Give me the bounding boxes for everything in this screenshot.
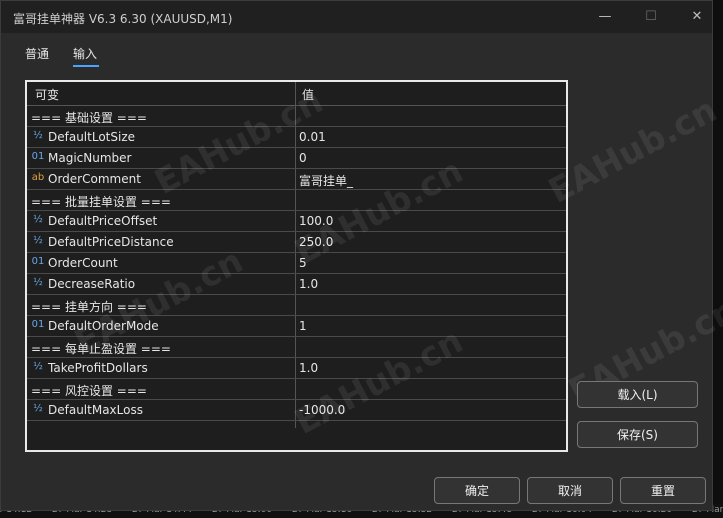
watermark-text: EAHub.cn bbox=[542, 90, 723, 212]
table-row[interactable]: ½ DefaultMaxLoss -1000.0 bbox=[27, 400, 566, 421]
integer-type-icon: 01 bbox=[31, 151, 45, 162]
table-row[interactable]: 01 OrderCount 5 bbox=[27, 253, 566, 274]
parameter-name: DefaultLotSize bbox=[48, 130, 135, 144]
table-row[interactable]: === 每单止盈设置 === bbox=[27, 337, 566, 358]
double-type-icon: ½ bbox=[33, 214, 43, 225]
table-header: 可变 值 bbox=[27, 82, 566, 106]
table-row[interactable]: === 基础设置 === bbox=[27, 106, 566, 127]
active-tab-indicator bbox=[73, 65, 99, 67]
table-row[interactable]: ½ DefaultPriceDistance 250.0 bbox=[27, 232, 566, 253]
table-row[interactable]: ½ DefaultLotSize 0.01 bbox=[27, 127, 566, 148]
integer-type-icon: 01 bbox=[31, 256, 45, 267]
parameter-name: TakeProfitDollars bbox=[48, 361, 148, 375]
parameter-value[interactable]: 1.0 bbox=[299, 277, 318, 291]
tab-inputs[interactable]: 输入 bbox=[73, 45, 97, 62]
parameter-name: DefaultPriceDistance bbox=[48, 235, 174, 249]
minimize-icon[interactable]: — bbox=[595, 7, 615, 27]
parameter-name: DecreaseRatio bbox=[48, 277, 136, 291]
properties-dialog: 富哥挂单神器 V6.3 6.30 (XAUUSD,M1) — ☐ ✕ 普通 输入… bbox=[0, 0, 723, 511]
parameter-value[interactable]: 0 bbox=[299, 151, 307, 165]
parameter-name: MagicNumber bbox=[48, 151, 132, 165]
section-label: === 基础设置 === bbox=[31, 111, 147, 125]
reset-button[interactable]: 重置 bbox=[620, 477, 706, 504]
parameter-value[interactable]: 250.0 bbox=[299, 235, 333, 249]
table-row[interactable]: 01 DefaultOrderMode 1 bbox=[27, 316, 566, 337]
header-value[interactable]: 值 bbox=[302, 86, 314, 103]
table-row[interactable]: 01 MagicNumber 0 bbox=[27, 148, 566, 169]
parameter-name: OrderComment bbox=[48, 172, 141, 186]
parameter-value[interactable]: 1.0 bbox=[299, 361, 318, 375]
double-type-icon: ½ bbox=[33, 361, 43, 372]
table-row[interactable]: ½ DefaultPriceOffset 100.0 bbox=[27, 211, 566, 232]
table-row[interactable]: ab OrderComment 富哥挂单_ bbox=[27, 169, 566, 190]
string-type-icon: ab bbox=[31, 172, 45, 183]
tab-common[interactable]: 普通 bbox=[25, 45, 49, 62]
table-row[interactable]: === 风控设置 === bbox=[27, 379, 566, 400]
close-icon[interactable]: ✕ bbox=[687, 7, 707, 27]
cancel-button[interactable]: 取消 bbox=[527, 477, 613, 504]
load-button[interactable]: 载入(L) bbox=[577, 381, 698, 408]
parameter-value[interactable]: 富哥挂单_ bbox=[299, 172, 353, 189]
parameter-name: OrderCount bbox=[48, 256, 118, 270]
parameter-value[interactable]: 0.01 bbox=[299, 130, 326, 144]
section-label: === 每单止盈设置 === bbox=[31, 342, 171, 356]
section-label: === 挂单方向 === bbox=[31, 300, 147, 314]
window-title: 富哥挂单神器 V6.3 6.30 (XAUUSD,M1) bbox=[13, 12, 233, 26]
parameter-name: DefaultOrderMode bbox=[48, 319, 159, 333]
parameter-value[interactable]: 5 bbox=[299, 256, 307, 270]
parameter-name: DefaultMaxLoss bbox=[48, 403, 143, 417]
integer-type-icon: 01 bbox=[31, 319, 45, 330]
double-type-icon: ½ bbox=[33, 403, 43, 414]
double-type-icon: ½ bbox=[33, 235, 43, 246]
header-variable[interactable]: 可变 bbox=[35, 86, 59, 103]
save-button[interactable]: 保存(S) bbox=[577, 421, 698, 448]
table-row[interactable]: === 批量挂单设置 === bbox=[27, 190, 566, 211]
maximize-icon[interactable]: ☐ bbox=[641, 7, 661, 27]
double-type-icon: ½ bbox=[33, 130, 43, 141]
table-row[interactable]: ½ TakeProfitDollars 1.0 bbox=[27, 358, 566, 379]
table-row[interactable]: === 挂单方向 === bbox=[27, 295, 566, 316]
section-label: === 风控设置 === bbox=[31, 384, 147, 398]
section-label: === 批量挂单设置 === bbox=[31, 195, 171, 209]
double-type-icon: ½ bbox=[33, 277, 43, 288]
inputs-table: 可变 值 === 基础设置 === ½ DefaultLotSize 0.01 01 Ma… bbox=[25, 80, 568, 452]
parameter-value[interactable]: 1 bbox=[299, 319, 307, 333]
parameter-name: DefaultPriceOffset bbox=[48, 214, 158, 228]
table-row[interactable]: ½ DecreaseRatio 1.0 bbox=[27, 274, 566, 295]
ok-button[interactable]: 确定 bbox=[434, 477, 520, 504]
parameter-value[interactable]: -1000.0 bbox=[299, 403, 345, 417]
title-bar[interactable]: 富哥挂单神器 V6.3 6.30 (XAUUSD,M1) — ☐ ✕ bbox=[1, 1, 712, 33]
parameter-value[interactable]: 100.0 bbox=[299, 214, 333, 228]
